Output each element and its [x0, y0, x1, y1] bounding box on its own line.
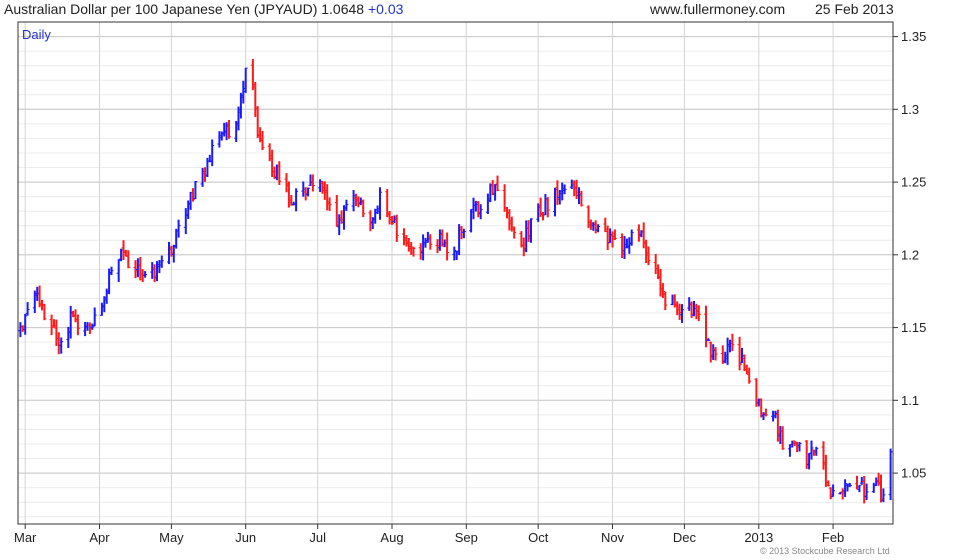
x-tick-label: Mar: [14, 530, 37, 545]
copyright-note: © 2013 Stockcube Research Ltd: [760, 546, 890, 556]
x-tick-label: Dec: [673, 530, 697, 545]
x-tick-label: Feb: [822, 530, 844, 545]
ohlc-bar: [250, 59, 255, 91]
x-tick-label: 2013: [744, 530, 773, 545]
y-axis: 1.05 1.1 1.15 1.2 1.25 1.3 1.35: [893, 29, 926, 481]
ohlc-bar: [23, 313, 28, 335]
ohlc-bar: [294, 188, 299, 212]
ohlc-bar: [143, 271, 148, 278]
ohlc-bar: [25, 302, 30, 316]
ohlc-bar: [176, 219, 181, 238]
x-tick-label: Jul: [309, 530, 326, 545]
x-tick-label: Apr: [89, 530, 110, 545]
x-tick-label: Oct: [528, 530, 549, 545]
ohlc-bars: [18, 59, 893, 504]
x-tick-label: Sep: [455, 530, 478, 545]
price-chart: 1.05 1.1 1.15 1.2 1.25 1.3 1.35 Mar Apr May Jun Ju…: [14, 21, 926, 545]
y-tick-label: 1.35: [901, 29, 926, 44]
ohlc-bar: [888, 448, 893, 501]
x-tick-label: Jun: [235, 530, 256, 545]
interval-label: Daily: [22, 27, 51, 42]
ohlc-bar: [452, 246, 457, 261]
x-tick-label: Nov: [601, 530, 625, 545]
y-tick-label: 1.2: [901, 247, 919, 262]
ohlc-bar: [217, 131, 222, 148]
ohlc-bar: [92, 307, 97, 327]
y-tick-label: 1.15: [901, 320, 926, 335]
x-axis: Mar Apr May Jun Jul Aug Sep Oct Nov Dec 2013 Feb: [14, 524, 844, 545]
y-tick-label: 1.25: [901, 175, 926, 190]
plot-frame: [17, 21, 894, 525]
ohlc-bar: [663, 291, 668, 311]
ohlc-bar: [150, 262, 155, 279]
chart-grid: [18, 21, 893, 524]
ohlc-bar: [378, 187, 382, 220]
ohlc-bar: [301, 181, 306, 197]
x-tick-label: May: [159, 530, 184, 545]
y-tick-label: 1.05: [901, 466, 926, 481]
y-tick-label: 1.1: [901, 393, 919, 408]
x-tick-label: Aug: [380, 530, 403, 545]
y-tick-label: 1.3: [901, 102, 919, 117]
ohlc-bar: [116, 259, 121, 282]
